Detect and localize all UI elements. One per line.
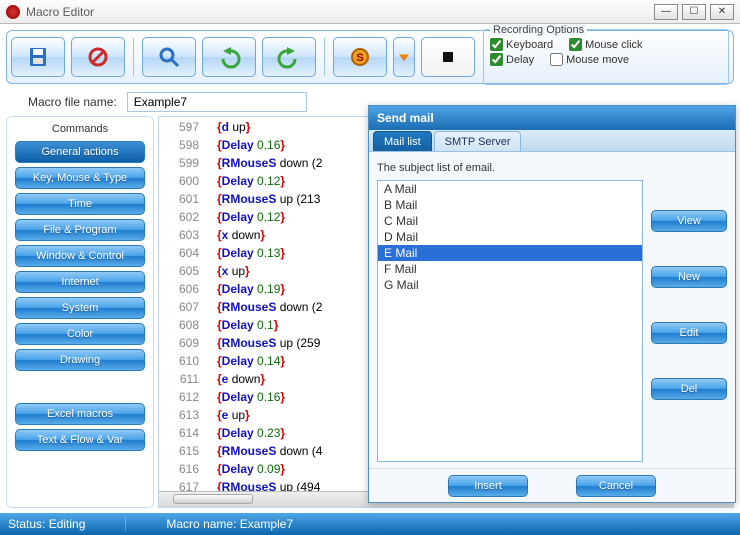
undo-icon bbox=[217, 45, 241, 69]
dialog-cancel-button[interactable]: Cancel bbox=[576, 475, 656, 497]
app-title: Macro Editor bbox=[26, 5, 654, 19]
cancel-button[interactable] bbox=[71, 37, 125, 77]
redo-button[interactable] bbox=[262, 37, 316, 77]
file-label: Macro file name: bbox=[28, 95, 117, 109]
redo-icon bbox=[277, 45, 301, 69]
dialog-caption: The subject list of email. bbox=[377, 162, 643, 174]
app-icon bbox=[6, 5, 20, 19]
command-excel-macros[interactable]: Excel macros bbox=[15, 403, 145, 425]
command-internet[interactable]: Internet bbox=[15, 271, 145, 293]
record-dropdown[interactable] bbox=[393, 37, 415, 77]
save-icon bbox=[26, 45, 50, 69]
maximize-button[interactable]: ☐ bbox=[682, 4, 706, 20]
opt-delay[interactable]: Delay bbox=[490, 53, 534, 66]
opt-mouse-click[interactable]: Mouse click bbox=[569, 38, 642, 51]
command-time[interactable]: Time bbox=[15, 193, 145, 215]
new-button[interactable]: New bbox=[651, 266, 727, 288]
svg-text:S: S bbox=[356, 52, 363, 64]
tab-smtp-server[interactable]: SMTP Server bbox=[434, 131, 522, 151]
del-button[interactable]: Del bbox=[651, 378, 727, 400]
recording-options-title: Recording Options bbox=[490, 24, 587, 36]
undo-button[interactable] bbox=[202, 37, 256, 77]
toolbar: S Recording Options Keyboard Mouse click… bbox=[6, 30, 734, 84]
title-bar: Macro Editor — ☐ ✕ bbox=[0, 0, 740, 24]
command-drawing[interactable]: Drawing bbox=[15, 349, 145, 371]
stop-button[interactable] bbox=[421, 37, 475, 77]
zoom-icon bbox=[157, 45, 181, 69]
stop-icon bbox=[436, 45, 460, 69]
command-system[interactable]: System bbox=[15, 297, 145, 319]
command-text-flow-var[interactable]: Text & Flow & Var bbox=[15, 429, 145, 451]
opt-mouse-move[interactable]: Mouse move bbox=[550, 53, 629, 66]
dialog-tabs: Mail listSMTP Server bbox=[369, 130, 735, 152]
command-color[interactable]: Color bbox=[15, 323, 145, 345]
no-icon bbox=[86, 45, 110, 69]
list-item[interactable]: B Mail bbox=[378, 197, 642, 213]
record-button[interactable]: S bbox=[333, 37, 387, 77]
command-window-control[interactable]: Window & Control bbox=[15, 245, 145, 267]
zoom-button[interactable] bbox=[142, 37, 196, 77]
minimize-button[interactable]: — bbox=[654, 4, 678, 20]
command-file-program[interactable]: File & Program bbox=[15, 219, 145, 241]
down-icon bbox=[394, 45, 414, 69]
status-macro-name: Macro name: Example7 bbox=[166, 517, 293, 531]
command-key-mouse-type[interactable]: Key, Mouse & Type bbox=[15, 167, 145, 189]
status-editing: Status: Editing bbox=[8, 517, 126, 531]
tab-mail-list[interactable]: Mail list bbox=[373, 131, 432, 151]
dialog-title: Send mail bbox=[369, 106, 735, 130]
list-item[interactable]: E Mail bbox=[378, 245, 642, 261]
opt-keyboard[interactable]: Keyboard bbox=[490, 38, 553, 51]
edit-button[interactable]: Edit bbox=[651, 322, 727, 344]
commands-panel: Commands General actions Key, Mouse & Typ… bbox=[6, 116, 154, 508]
close-button[interactable]: ✕ bbox=[710, 4, 734, 20]
list-item[interactable]: A Mail bbox=[378, 181, 642, 197]
window-controls: — ☐ ✕ bbox=[654, 4, 734, 20]
command-general-actions[interactable]: General actions bbox=[15, 141, 145, 163]
insert-button[interactable]: Insert bbox=[448, 475, 528, 497]
file-name-input[interactable] bbox=[127, 92, 307, 112]
status-bar: Status: Editing Macro name: Example7 bbox=[0, 513, 740, 535]
list-item[interactable]: G Mail bbox=[378, 277, 642, 293]
send-mail-dialog: Send mail Mail listSMTP Server The subje… bbox=[368, 105, 736, 503]
list-item[interactable]: F Mail bbox=[378, 261, 642, 277]
record-icon: S bbox=[348, 45, 372, 69]
list-item[interactable]: D Mail bbox=[378, 229, 642, 245]
save-button[interactable] bbox=[11, 37, 65, 77]
view-button[interactable]: View bbox=[651, 210, 727, 232]
list-item[interactable]: C Mail bbox=[378, 213, 642, 229]
commands-title: Commands bbox=[11, 123, 149, 135]
mail-listbox[interactable]: A MailB MailC MailD MailE MailF MailG Ma… bbox=[377, 180, 643, 462]
recording-options: Recording Options Keyboard Mouse click D… bbox=[483, 29, 729, 85]
